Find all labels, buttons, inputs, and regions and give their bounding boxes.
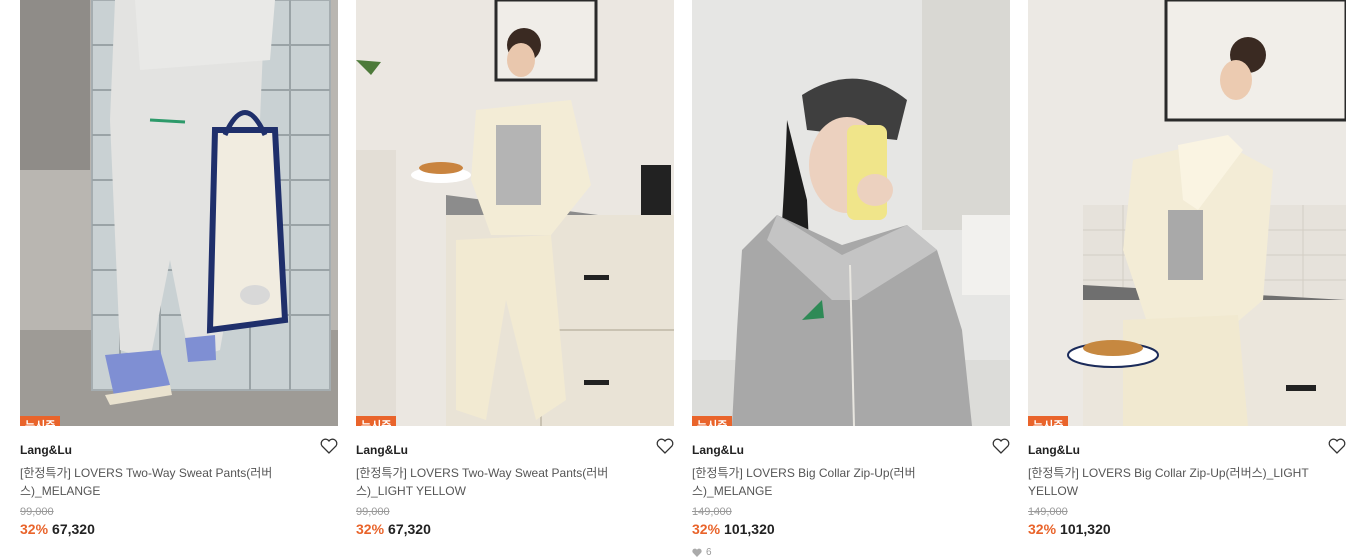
product-photo <box>356 0 674 426</box>
price-row: 32% 101,320 <box>692 521 1010 537</box>
product-card[interactable]: 뉴시즌 Lang&Lu [한정특가] LOVERS Big Collar Zip… <box>1028 0 1346 537</box>
original-price: 99,000 <box>356 506 390 518</box>
wishlist-heart-icon[interactable] <box>656 438 674 454</box>
brand-name[interactable]: Lang&Lu <box>1028 443 1080 457</box>
wishlist-heart-icon[interactable] <box>1328 438 1346 454</box>
discount-rate: 32% <box>20 521 49 537</box>
brand-name[interactable]: Lang&Lu <box>356 443 408 457</box>
product-card[interactable]: 뉴시즌 Lang&Lu [한정특가] LOVERS Big Collar Zip… <box>692 0 1010 558</box>
discount-rate: 32% <box>356 521 385 537</box>
product-grid: 뉴시즌 Lang&Lu [한정특가] LOVERS Two-Way Sweat … <box>0 0 1361 558</box>
new-season-badge: 뉴시즌 <box>1028 416 1069 426</box>
brand-name[interactable]: Lang&Lu <box>20 443 72 457</box>
product-title[interactable]: [한정특가] LOVERS Big Collar Zip-Up(러버스)_LIG… <box>1028 464 1328 500</box>
product-title[interactable]: [한정특가] LOVERS Two-Way Sweat Pants(러버스)_L… <box>356 464 656 500</box>
wishlist-heart-icon[interactable] <box>320 438 338 454</box>
price-row: 32% 101,320 <box>1028 521 1346 537</box>
product-image[interactable]: 뉴시즌 <box>692 0 1010 426</box>
sale-price: 67,320 <box>52 521 95 537</box>
original-price: 149,000 <box>692 506 732 518</box>
wishlist-heart-icon[interactable] <box>992 438 1010 454</box>
sale-price: 101,320 <box>724 521 775 537</box>
product-image[interactable]: 뉴시즌 <box>1028 0 1346 426</box>
discount-rate: 32% <box>1028 521 1057 537</box>
product-card[interactable]: 뉴시즌 Lang&Lu [한정특가] LOVERS Two-Way Sweat … <box>356 0 674 537</box>
product-image[interactable]: 뉴시즌 <box>20 0 338 426</box>
like-count: 6 <box>692 547 1010 558</box>
price-row: 32% 67,320 <box>20 521 338 537</box>
product-photo <box>692 0 1010 426</box>
product-photo <box>1028 0 1346 426</box>
original-price: 99,000 <box>20 506 54 518</box>
original-price: 149,000 <box>1028 506 1068 518</box>
new-season-badge: 뉴시즌 <box>20 416 61 426</box>
product-title[interactable]: [한정특가] LOVERS Big Collar Zip-Up(러버스)_MEL… <box>692 464 992 500</box>
heart-filled-icon <box>692 548 702 557</box>
sale-price: 101,320 <box>1060 521 1111 537</box>
brand-name[interactable]: Lang&Lu <box>692 443 744 457</box>
price-row: 32% 67,320 <box>356 521 674 537</box>
product-photo <box>20 0 338 426</box>
product-image[interactable]: 뉴시즌 <box>356 0 674 426</box>
product-card[interactable]: 뉴시즌 Lang&Lu [한정특가] LOVERS Two-Way Sweat … <box>20 0 338 537</box>
product-title[interactable]: [한정특가] LOVERS Two-Way Sweat Pants(러버스)_M… <box>20 464 320 500</box>
new-season-badge: 뉴시즌 <box>356 416 397 426</box>
sale-price: 67,320 <box>388 521 431 537</box>
like-count-value: 6 <box>706 547 712 558</box>
discount-rate: 32% <box>692 521 721 537</box>
new-season-badge: 뉴시즌 <box>692 416 733 426</box>
